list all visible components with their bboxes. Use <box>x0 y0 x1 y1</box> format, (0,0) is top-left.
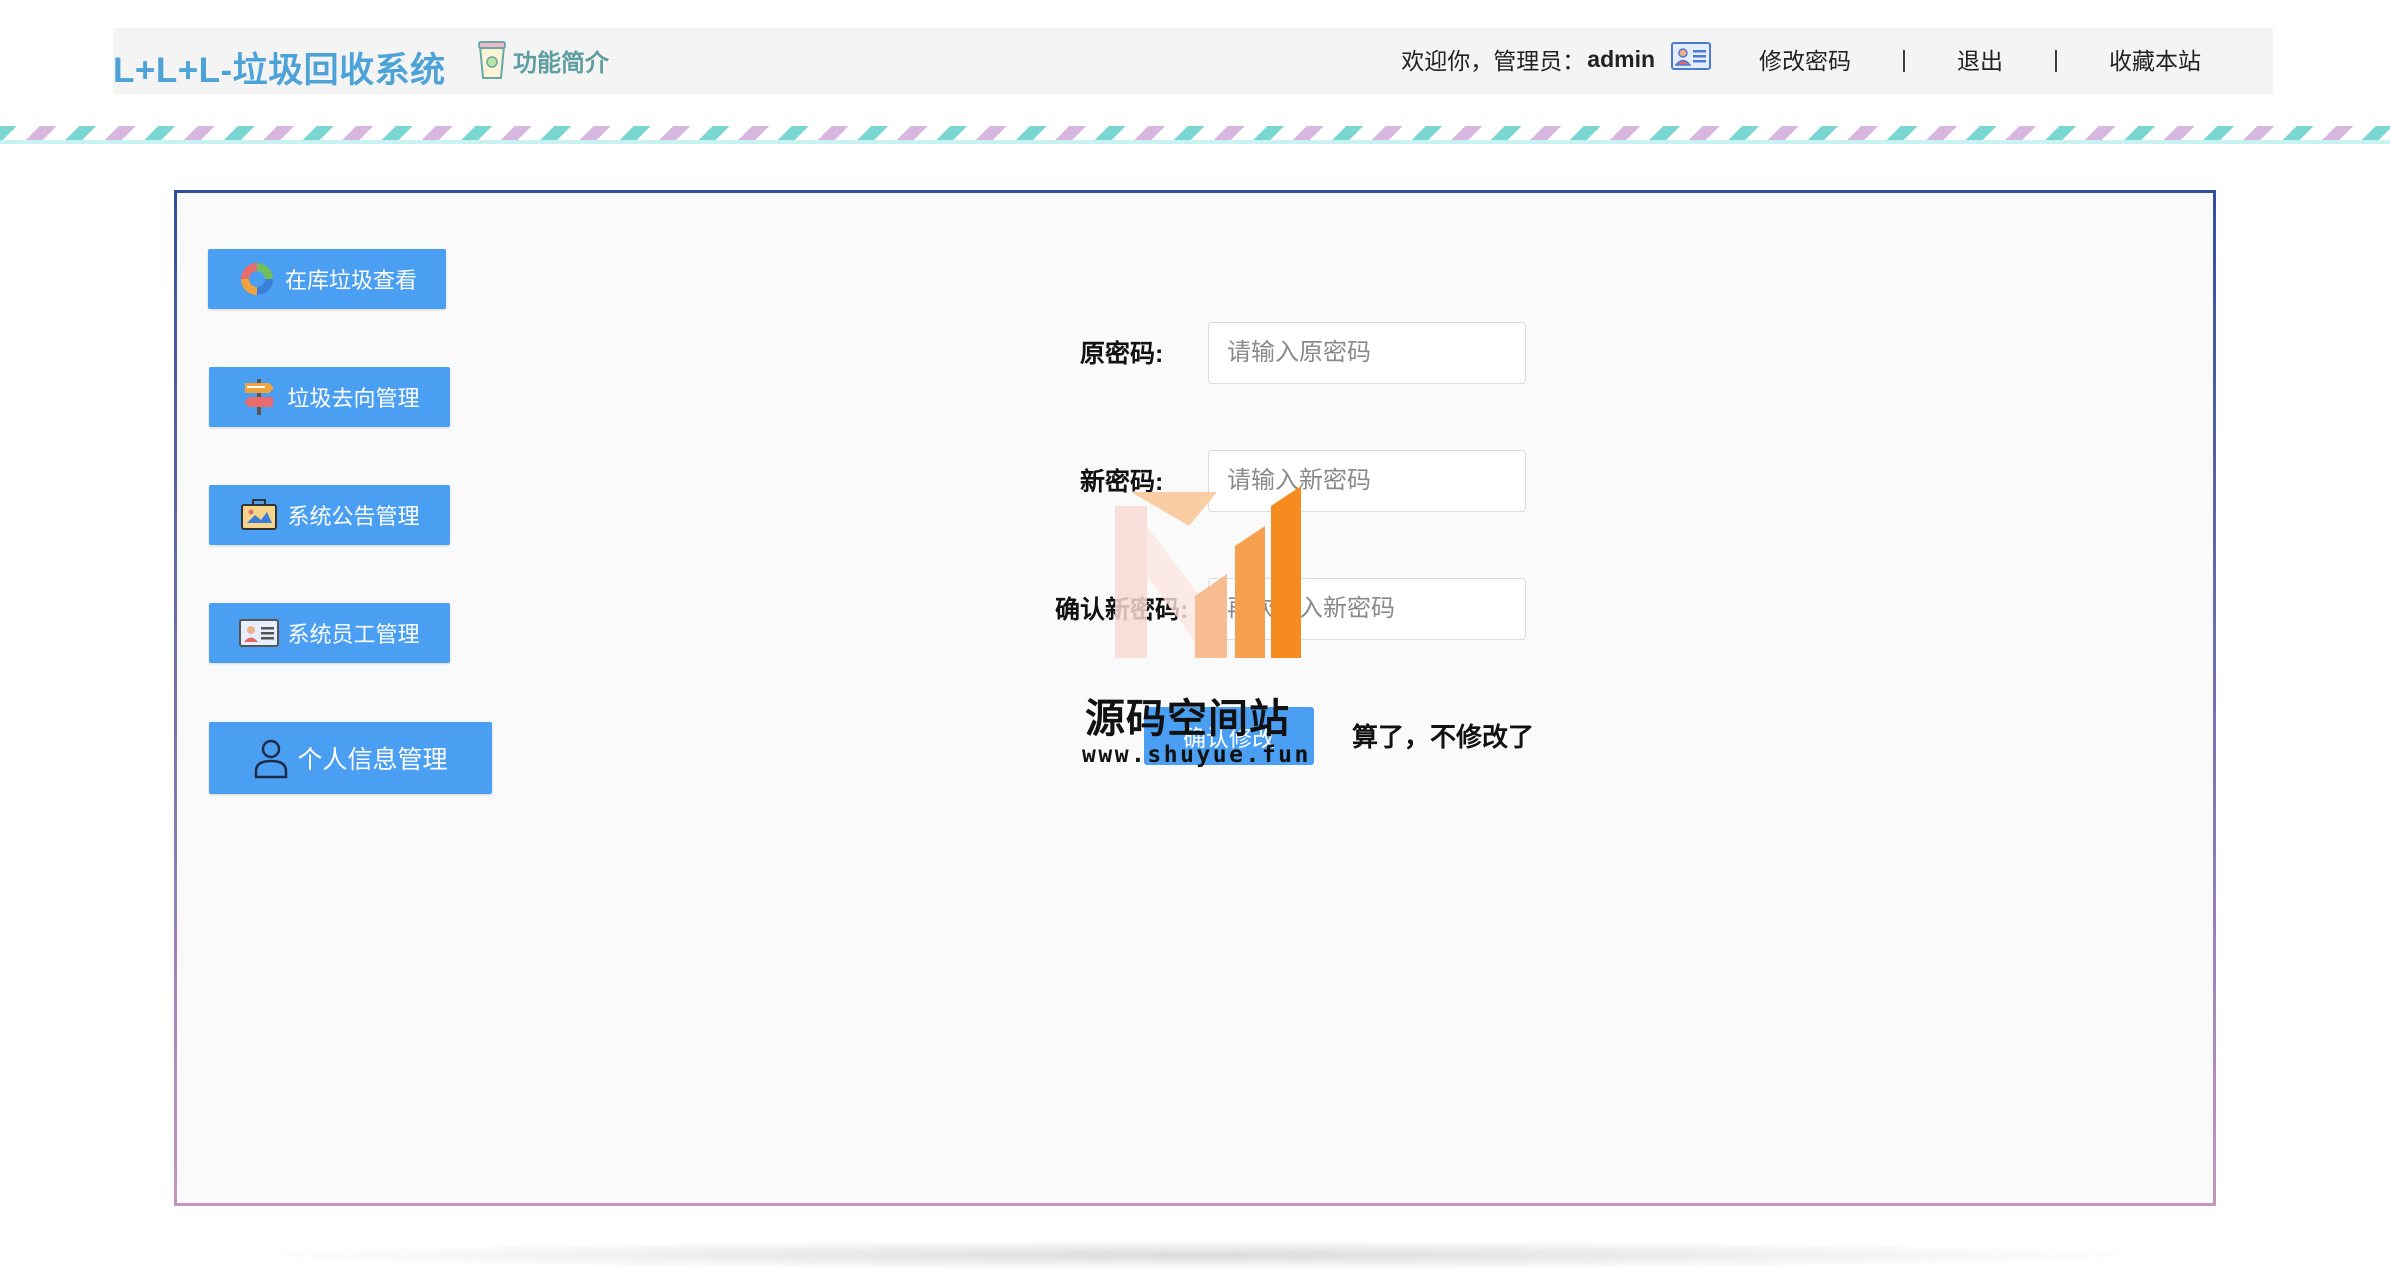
top-header: L+L+L-垃圾回收系统 功能简介 欢迎你，管理员： admin 修改密码 | … <box>113 28 2273 94</box>
recycle-icon <box>240 263 273 295</box>
bookmark-link[interactable]: 收藏本站 <box>2109 42 2201 76</box>
user-area: 欢迎你，管理员： admin 修改密码 | 退出 | 收藏本站 <box>1401 42 2201 76</box>
watermark-title: 源码空间站 <box>1085 697 1290 741</box>
sidebar-item-staff[interactable]: 系统员工管理 <box>209 603 450 663</box>
site-logo[interactable]: L+L+L-垃圾回收系统 <box>113 42 446 93</box>
sidebar-item-label: 垃圾去向管理 <box>287 386 420 411</box>
sidebar-item-destination[interactable]: 垃圾去向管理 <box>209 367 450 427</box>
cancel-change-link[interactable]: 算了，不修改了 <box>1352 717 1534 754</box>
user-icon <box>255 739 288 779</box>
cup-icon <box>478 41 506 79</box>
id-card-icon <box>239 619 280 647</box>
watermark-url: www.shuyue.fun <box>1082 742 1311 768</box>
sidebar-item-label: 在库垃圾查看 <box>284 268 417 293</box>
footer-shadow <box>220 1240 2180 1270</box>
old-password-label: 原密码: <box>1080 340 1164 368</box>
sidebar-item-label: 系统员工管理 <box>287 622 420 647</box>
welcome-text: 欢迎你，管理员： <box>1401 48 1586 74</box>
divider: | <box>1901 45 1908 72</box>
decorative-stripe <box>0 126 2390 144</box>
sidebar-item-label: 系统公告管理 <box>287 504 420 529</box>
sidebar-item-announcements[interactable]: 系统公告管理 <box>209 485 450 545</box>
signpost-icon <box>244 379 275 415</box>
sidebar-item-inventory[interactable]: 在库垃圾查看 <box>208 249 446 309</box>
id-card-icon <box>1671 42 1712 76</box>
sidebar-item-profile[interactable]: 个人信息管理 <box>209 722 492 794</box>
sidebar-item-label: 个人信息管理 <box>297 746 448 774</box>
change-password-link[interactable]: 修改密码 <box>1759 42 1851 76</box>
announcement-icon <box>241 499 278 530</box>
divider: | <box>2053 45 2059 72</box>
logout-link[interactable]: 退出 <box>1957 42 2003 76</box>
username: admin <box>1587 45 1656 72</box>
feature-intro-link[interactable]: 功能简介 <box>477 40 609 80</box>
intro-label: 功能简介 <box>513 49 609 77</box>
watermark-logo <box>1115 486 1301 658</box>
old-password-input[interactable] <box>1208 322 1526 384</box>
